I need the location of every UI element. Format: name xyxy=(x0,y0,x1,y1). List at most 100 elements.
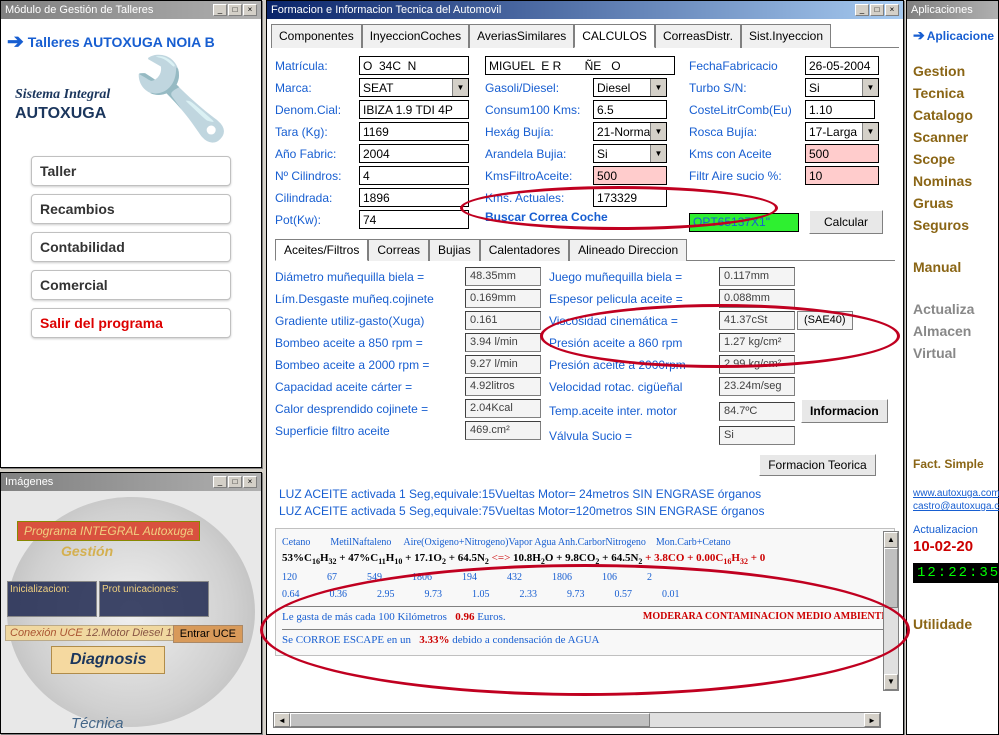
brand-image: Sistema Integral AUTOXUGA 🔧 xyxy=(5,60,257,148)
maximize-icon[interactable]: □ xyxy=(870,4,884,16)
right-panel-window: Aplicaciones ➔ Aplicacione Gestion Tecni… xyxy=(906,0,999,735)
tab-sist[interactable]: Sist.Inyeccion xyxy=(741,24,831,48)
r-catalogo[interactable]: Catalogo xyxy=(913,104,992,126)
formacion-button[interactable]: Formacion Teorica xyxy=(759,454,875,476)
denom-input[interactable] xyxy=(359,100,469,119)
juego-value: 0.117mm xyxy=(719,267,795,286)
nombre-input[interactable] xyxy=(485,56,675,75)
entrar-uce-button[interactable]: Entrar UCE xyxy=(173,625,243,643)
scroll-h-thumb[interactable] xyxy=(290,713,650,727)
titlebar-right[interactable]: Aplicaciones xyxy=(907,1,998,19)
minimize-icon[interactable]: _ xyxy=(855,4,869,16)
kmsfiltro-input[interactable] xyxy=(593,166,667,185)
r-gruas[interactable]: Gruas xyxy=(913,192,992,214)
menu-contabilidad[interactable]: Contabilidad xyxy=(31,232,231,262)
tab-averias[interactable]: AveriasSimilares xyxy=(469,24,574,48)
titlebar-right-text: Aplicaciones xyxy=(911,4,973,16)
sub-tabs: Aceites/Filtros Correas Bujias Calentado… xyxy=(275,238,895,261)
r-fact[interactable]: Fact. Simple xyxy=(913,454,992,474)
images-content: Programa INTEGRAL Autoxuga Gestión Inici… xyxy=(1,491,261,733)
r-gestion[interactable]: Gestion xyxy=(913,60,992,82)
rosca-select[interactable] xyxy=(805,122,879,141)
close-icon[interactable]: × xyxy=(243,4,257,16)
maximize-icon[interactable]: □ xyxy=(228,4,242,16)
turbo-label: Turbo S/N: xyxy=(689,81,803,95)
r-virtual[interactable]: Virtual xyxy=(913,342,992,364)
fechafab-input[interactable] xyxy=(805,56,879,75)
cilind-input[interactable] xyxy=(359,188,469,207)
titlebar-main[interactable]: Formacion e Informacion Tecnica del Auto… xyxy=(267,1,903,19)
r-almacen[interactable]: Almacen xyxy=(913,320,992,342)
r-actualiza[interactable]: Actualiza xyxy=(913,298,992,320)
tab-calculos[interactable]: CALCULOS xyxy=(574,24,655,48)
scroll-right-icon[interactable]: ► xyxy=(864,713,880,727)
sae-value: (SAE40) xyxy=(797,311,853,330)
minimize-icon[interactable]: _ xyxy=(213,476,227,488)
subtab-aceites[interactable]: Aceites/Filtros xyxy=(275,239,368,261)
cil-input[interactable] xyxy=(359,166,469,185)
hexag-label: Hexág Bujía: xyxy=(485,125,591,139)
tab-componentes[interactable]: Componentes xyxy=(271,24,362,48)
menu-taller[interactable]: Taller xyxy=(31,156,231,186)
link-email[interactable]: castro@autoxuga.com xyxy=(913,501,992,512)
gasdi-label: Gasoli/Diesel: xyxy=(485,81,591,95)
titlebar-images[interactable]: Imágenes _ □ × xyxy=(1,473,261,491)
scrollbar-vertical[interactable]: ▲ ▼ xyxy=(883,531,899,691)
lim-label: Lím.Desgaste muñeq.cojinete xyxy=(275,292,463,306)
arand-select[interactable] xyxy=(593,144,667,163)
calor-label: Calor desprendido cojinete = xyxy=(275,402,463,416)
subtab-calent[interactable]: Calentadores xyxy=(480,239,569,261)
buscar-input[interactable] xyxy=(689,213,799,232)
minimize-icon[interactable]: _ xyxy=(213,4,227,16)
scroll-down-icon[interactable]: ▼ xyxy=(884,674,898,690)
subtab-alin[interactable]: Alineado Direccion xyxy=(569,239,687,261)
turbo-select[interactable] xyxy=(805,78,879,97)
calcular-button[interactable]: Calcular xyxy=(809,210,883,234)
tara-input[interactable] xyxy=(359,122,469,141)
p860-value: 1.27 kg/cm² xyxy=(719,333,795,352)
hexag-select[interactable] xyxy=(593,122,667,141)
r-scope[interactable]: Scope xyxy=(913,148,992,170)
marca-select[interactable] xyxy=(359,78,469,97)
rosca-label: Rosca Bujía: xyxy=(689,125,803,139)
informacion-button[interactable]: Informacion xyxy=(801,399,888,423)
r-nominas[interactable]: Nominas xyxy=(913,170,992,192)
filtaire-input[interactable] xyxy=(805,166,879,185)
coste-input[interactable] xyxy=(805,100,875,119)
maximize-icon[interactable]: □ xyxy=(228,476,242,488)
menu-comercial[interactable]: Comercial xyxy=(31,270,231,300)
kmsac-input[interactable] xyxy=(805,144,879,163)
arrow-right-icon: ➔ xyxy=(7,29,24,54)
subtab-correas[interactable]: Correas xyxy=(368,239,429,261)
ano-input[interactable] xyxy=(359,144,469,163)
tab-inyeccion[interactable]: InyeccionCoches xyxy=(362,24,469,48)
menu-salir[interactable]: Salir del programa xyxy=(31,308,231,338)
r-util[interactable]: Utilidade xyxy=(913,613,992,635)
valv-value: Si xyxy=(719,426,795,445)
r-tecnica[interactable]: Tecnica xyxy=(913,82,992,104)
scroll-thumb[interactable] xyxy=(884,548,898,608)
kmsact-input[interactable] xyxy=(593,188,667,207)
r-seguros[interactable]: Seguros xyxy=(913,214,992,236)
scroll-left-icon[interactable]: ◄ xyxy=(274,713,290,727)
menu-recambios[interactable]: Recambios xyxy=(31,194,231,224)
scrollbar-horizontal[interactable]: ◄ ► xyxy=(273,712,881,728)
pot-input[interactable] xyxy=(359,210,469,229)
p860-label: Presión aceite a 860 rpm xyxy=(549,336,717,350)
scroll-up-icon[interactable]: ▲ xyxy=(884,532,898,548)
cons-input[interactable] xyxy=(593,100,667,119)
gasdi-select[interactable] xyxy=(593,78,667,97)
close-icon[interactable]: × xyxy=(885,4,899,16)
r-scanner[interactable]: Scanner xyxy=(913,126,992,148)
kmsac-label: Kms con Aceite xyxy=(689,147,803,161)
grad-label: Gradiente utiliz-gasto(Xuga) xyxy=(275,314,463,328)
images-window: Imágenes _ □ × Programa INTEGRAL Autoxug… xyxy=(0,472,262,734)
titlebar-left[interactable]: Módulo de Gestión de Talleres _ □ × xyxy=(1,1,261,19)
close-icon[interactable]: × xyxy=(243,476,257,488)
tab-correas[interactable]: CorreasDistr. xyxy=(655,24,741,48)
matricula-input[interactable] xyxy=(359,56,469,75)
subtab-bujias[interactable]: Bujias xyxy=(429,239,480,261)
link-web[interactable]: www.autoxuga.com xyxy=(913,488,992,499)
lim-value: 0.169mm xyxy=(465,289,541,308)
r-manual[interactable]: Manual xyxy=(913,256,992,278)
